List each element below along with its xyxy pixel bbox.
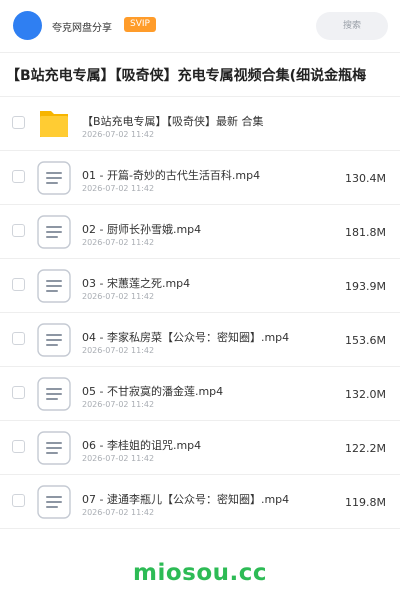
file-row[interactable]: 03 - 宋蕙莲之死.mp4 2026-07-02 11:42 193.9M: [0, 259, 400, 313]
file-icon: [37, 323, 71, 357]
file-date: 2026-07-02 11:42: [82, 130, 155, 139]
file-name: 02 - 厨师长孙雪娥.mp4: [82, 223, 202, 236]
row-checkbox[interactable]: [12, 494, 25, 507]
file-name: 06 - 李桂姐的诅咒.mp4: [82, 439, 202, 452]
file-name: 【B站充电专属】【吸奇侠】最新 合集: [82, 115, 264, 128]
row-checkbox[interactable]: [12, 116, 25, 129]
file-row[interactable]: 04 - 李家私房菜【公众号：密知圈】.mp4 2026-07-02 11:42 1…: [0, 313, 400, 367]
file-date: 2026-07-02 11:42: [82, 346, 155, 355]
row-checkbox[interactable]: [12, 440, 25, 453]
file-row[interactable]: 07 - 逮通李瓶儿【公众号：密知圈】.mp4 2026-07-02 11:42 1…: [0, 475, 400, 529]
file-row[interactable]: 02 - 厨师长孙雪娥.mp4 2026-07-02 11:42 181.8M: [0, 205, 400, 259]
search-box[interactable]: 搜索: [316, 12, 388, 40]
file-icon: [37, 485, 71, 519]
row-checkbox[interactable]: [12, 278, 25, 291]
row-checkbox[interactable]: [12, 332, 25, 345]
watermark-logo: miosou.cc: [132, 560, 268, 586]
file-date: 2026-07-02 11:42: [82, 400, 155, 409]
file-icon: [37, 161, 71, 195]
file-size: 132.0M: [345, 388, 386, 401]
row-checkbox[interactable]: [12, 386, 25, 399]
file-row[interactable]: 01 - 开篇-奇妙的古代生活百科.mp4 2026-07-02 11:42 130…: [0, 151, 400, 205]
file-icon: [37, 377, 71, 411]
file-size: 193.9M: [345, 280, 386, 293]
header-bar: 夸克网盘分享 SVIP 搜索: [0, 0, 400, 52]
row-checkbox[interactable]: [12, 170, 25, 183]
share-title: 【B站充电专属】【吸奇侠】充电专属视频合集(细说金瓶梅: [6, 68, 367, 84]
file-date: 2026-07-02 11:42: [82, 238, 155, 247]
file-size: 119.8M: [345, 496, 386, 509]
file-name: 03 - 宋蕙莲之死.mp4: [82, 277, 191, 290]
file-size: 130.4M: [345, 172, 386, 185]
app-name: 夸克网盘分享: [52, 23, 112, 34]
file-size: 181.8M: [345, 226, 386, 239]
file-row[interactable]: 06 - 李桂姐的诅咒.mp4 2026-07-02 11:42 122.2M: [0, 421, 400, 475]
file-name: 01 - 开篇-奇妙的古代生活百科.mp4: [82, 169, 261, 182]
file-icon: [37, 269, 71, 303]
file-icon: [37, 431, 71, 465]
file-name: 05 - 不甘寂寞的潘金莲.mp4: [82, 385, 224, 398]
file-date: 2026-07-02 11:42: [82, 454, 155, 463]
file-size: 153.6M: [345, 334, 386, 347]
folder-icon: [37, 107, 71, 141]
svip-badge: SVIP: [124, 17, 156, 32]
file-list: 【B站充电专属】【吸奇侠】最新 合集 2026-07-02 11:42 01 - 开…: [0, 97, 400, 529]
file-size: 122.2M: [345, 442, 386, 455]
file-date: 2026-07-02 11:42: [82, 508, 155, 517]
file-date: 2026-07-02 11:42: [82, 292, 155, 301]
file-date: 2026-07-02 11:42: [82, 184, 155, 193]
file-icon: [37, 215, 71, 249]
file-name: 07 - 逮通李瓶儿【公众号：密知圈】.mp4: [82, 493, 290, 506]
share-title-bar: 【B站充电专属】【吸奇侠】充电专属视频合集(细说金瓶梅: [0, 52, 400, 97]
file-name: 04 - 李家私房菜【公众号：密知圈】.mp4: [82, 331, 290, 344]
file-row[interactable]: 05 - 不甘寂寞的潘金莲.mp4 2026-07-02 11:42 132.0M: [0, 367, 400, 421]
avatar[interactable]: [13, 11, 42, 40]
row-checkbox[interactable]: [12, 224, 25, 237]
file-row[interactable]: 【B站充电专属】【吸奇侠】最新 合集 2026-07-02 11:42: [0, 97, 400, 151]
